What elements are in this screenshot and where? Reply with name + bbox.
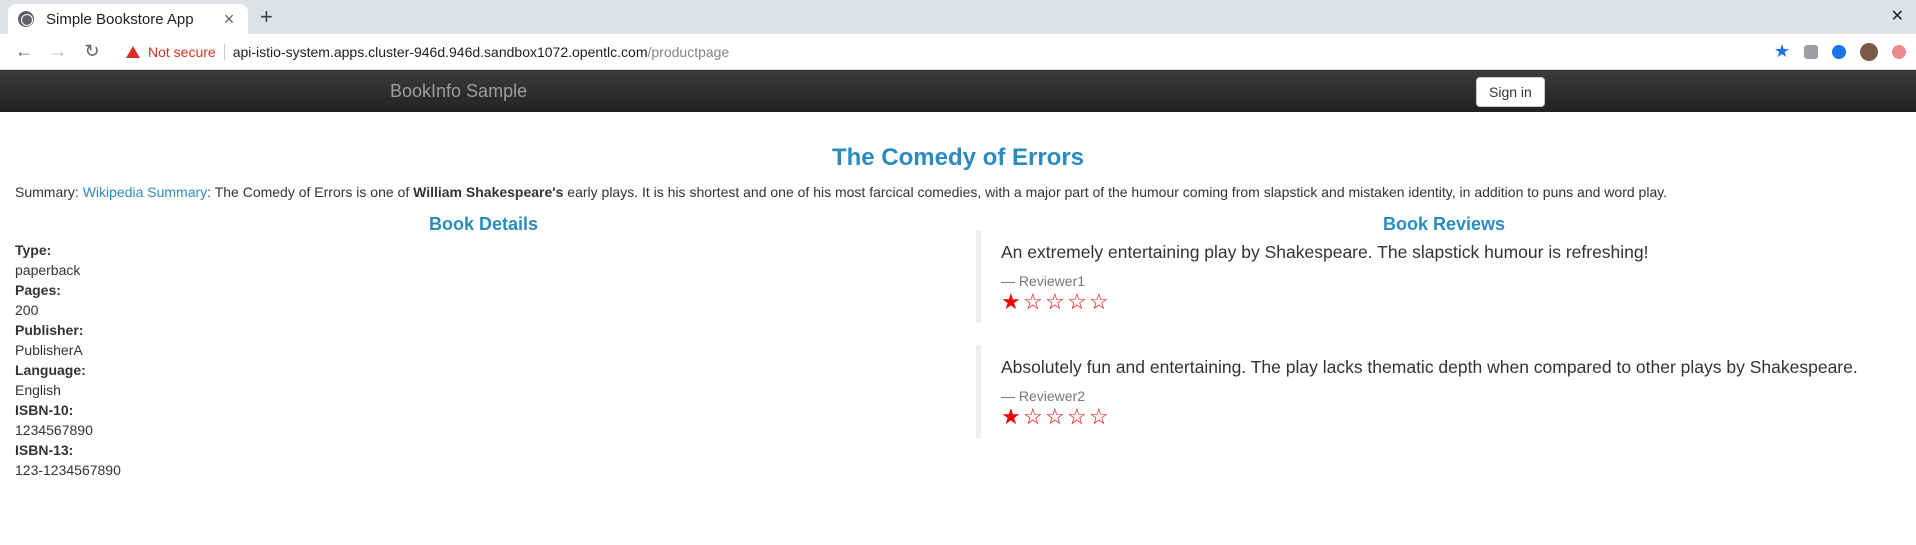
star-rating: ★ ☆ ☆ ☆ ☆	[1001, 291, 1876, 313]
profile-avatar[interactable]	[1860, 42, 1878, 61]
isbn13-label: ISBN-13:	[15, 442, 74, 458]
reviewer-name: — Reviewer1	[1001, 273, 1086, 289]
new-tab-button[interactable]: +	[260, 4, 273, 30]
star-empty-icon: ☆	[1067, 404, 1087, 429]
address-bar: ← → ↻ Not secure api-istio-system.apps.c…	[0, 34, 1916, 70]
review-text: An extremely entertaining play by Shakes…	[1001, 242, 1649, 262]
book-summary: Summary: Wikipedia Summary: The Comedy o…	[15, 184, 1667, 200]
type-label: Type:	[15, 242, 52, 258]
star-empty-icon: ☆	[1045, 289, 1065, 314]
globe-icon	[18, 11, 34, 27]
star-filled-icon: ★	[1001, 289, 1021, 314]
summary-prefix: Summary:	[15, 184, 83, 200]
publisher-label: Publisher:	[15, 322, 84, 338]
tab-title: Simple Bookstore App	[46, 10, 194, 28]
url-path[interactable]: /productpage	[648, 44, 730, 60]
divider	[223, 43, 225, 60]
toolbar-icons: ★	[1774, 41, 1906, 62]
app-navbar: BookInfo Sample Sign in	[0, 70, 1916, 112]
sign-in-button[interactable]: Sign in	[1476, 77, 1545, 107]
reviewer-name: — Reviewer2	[1001, 388, 1086, 404]
brand-link[interactable]: BookInfo Sample	[390, 81, 527, 102]
star-rating: ★ ☆ ☆ ☆ ☆	[1001, 406, 1876, 428]
extension-fedora-icon[interactable]	[1832, 44, 1846, 59]
star-empty-icon: ☆	[1067, 289, 1087, 314]
browser-tab[interactable]: Simple Bookstore App ×	[8, 4, 248, 34]
pages-label: Pages:	[15, 282, 61, 298]
wikipedia-summary-link[interactable]: Wikipedia Summary	[83, 184, 207, 200]
bookmark-star-icon[interactable]: ★	[1774, 41, 1790, 62]
star-empty-icon: ☆	[1089, 289, 1109, 314]
star-filled-icon: ★	[1001, 404, 1021, 429]
summary-suffix: early plays. It is his shortest and one …	[563, 184, 1668, 200]
warning-icon	[126, 45, 140, 58]
star-empty-icon: ☆	[1023, 404, 1043, 429]
not-secure-label[interactable]: Not secure	[148, 44, 216, 60]
extension-icon[interactable]	[1804, 44, 1818, 59]
book-reviews: An extremely entertaining play by Shakes…	[976, 230, 1876, 460]
window-close-button[interactable]: ✕	[1891, 6, 1904, 26]
pages-value: 200	[15, 302, 39, 318]
publisher-value: PublisherA	[15, 342, 83, 358]
star-empty-icon: ☆	[1089, 404, 1109, 429]
star-empty-icon: ☆	[1023, 289, 1043, 314]
update-icon[interactable]	[1892, 44, 1906, 59]
language-value: English	[15, 382, 61, 398]
book-details: Type: paperback Pages: 200 Publisher: Pu…	[15, 240, 121, 480]
forward-icon[interactable]: →	[44, 41, 72, 62]
summary-author: William Shakespeare's	[413, 184, 564, 200]
review-text: Absolutely fun and entertaining. The pla…	[1001, 357, 1858, 377]
reload-icon[interactable]: ↻	[78, 41, 106, 62]
star-empty-icon: ☆	[1045, 404, 1065, 429]
book-title: The Comedy of Errors	[831, 144, 1085, 171]
tab-close-button[interactable]: ×	[220, 9, 238, 30]
back-icon[interactable]: ←	[10, 41, 38, 62]
review-item: Absolutely fun and entertaining. The pla…	[976, 345, 1876, 438]
url-host[interactable]: api-istio-system.apps.cluster-946d.946d.…	[233, 44, 648, 60]
summary-mid: : The Comedy of Errors is one of	[207, 184, 414, 200]
book-details-heading: Book Details	[429, 214, 539, 234]
isbn13-value: 123-1234567890	[15, 462, 121, 478]
language-label: Language:	[15, 362, 86, 378]
isbn10-label: ISBN-10:	[15, 402, 74, 418]
browser-tabbar: Simple Bookstore App × + ✕	[0, 0, 1916, 34]
review-item: An extremely entertaining play by Shakes…	[976, 230, 1876, 323]
isbn10-value: 1234567890	[15, 422, 93, 438]
type-value: paperback	[15, 262, 81, 278]
